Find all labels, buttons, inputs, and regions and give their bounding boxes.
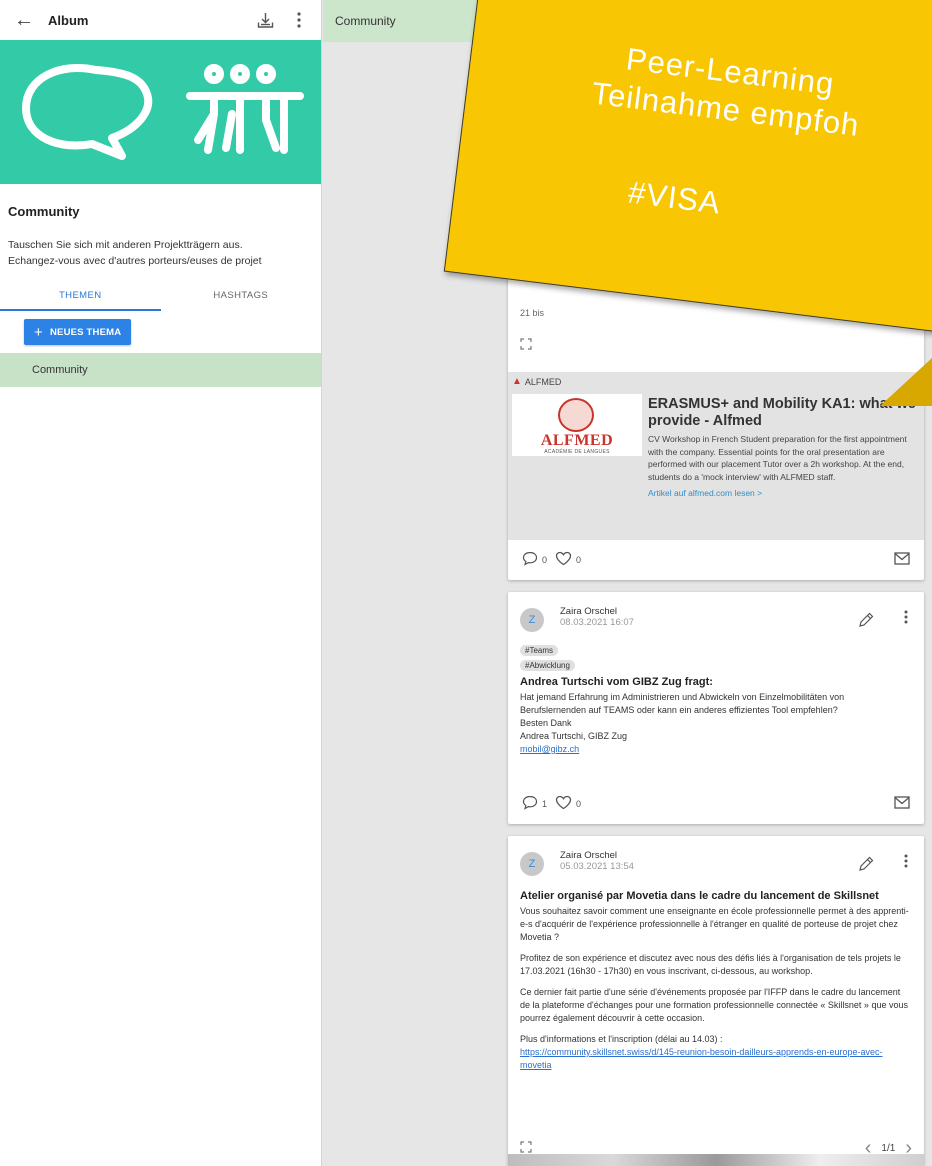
preview-body: ERASMUS+ and Mobility KA1: what we provi… <box>648 396 920 498</box>
post-image-strip <box>508 1154 924 1166</box>
avatar[interactable]: Z <box>520 608 544 632</box>
card-footer: 0 0 <box>508 540 924 580</box>
more-vert-icon[interactable] <box>289 10 309 30</box>
community-title: Community <box>8 204 80 219</box>
post-feed: 21 bis ▲ ALFMED ALFMED ACADÉMIE DE LANGU… <box>508 60 924 1166</box>
post-card: Z Zaira Orschel 05.03.2021 13:54 Atelier… <box>508 836 924 1166</box>
left-panel: ← Album Community Tauschen Sie sich mit <box>0 0 322 1166</box>
back-arrow-icon[interactable]: ← <box>14 9 48 32</box>
community-logo-icon <box>22 63 304 160</box>
tab-hashtags[interactable]: HASHTAGS <box>161 285 322 311</box>
post-paragraph: Ce dernier fait partie d'une série d'évé… <box>520 987 908 1023</box>
like-count: 0 <box>576 799 582 809</box>
plus-icon: + <box>34 323 43 341</box>
post-body: Atelier organisé par Movetia dans le cad… <box>508 890 924 1072</box>
image-pager: 1/1 <box>881 1142 896 1154</box>
post-text-partial: 21 bis <box>520 308 545 318</box>
community-info: Community Tauschen Sie sich mit anderen … <box>0 184 321 269</box>
post-text: Hat jemand Erfahrung im Administrieren u… <box>520 691 912 756</box>
post-timestamp: 05.03.2021 13:54 <box>560 861 634 872</box>
hashtag-chip[interactable]: #Teams <box>520 645 559 656</box>
heart-icon[interactable] <box>555 795 572 813</box>
topic-tabs: THEMEN HASHTAGS <box>0 285 321 311</box>
post-header: Z Zaira Orschel 08.03.2021 16:07 <box>508 592 924 642</box>
avatar[interactable]: Z <box>520 852 544 876</box>
more-vert-icon[interactable] <box>904 854 908 871</box>
mail-icon[interactable] <box>894 796 910 812</box>
tab-themen[interactable]: THEMEN <box>0 285 161 311</box>
post-card: Z Zaira Orschel 08.03.2021 16:07 #Teams … <box>508 592 924 824</box>
email-link[interactable]: mobil@gibz.ch <box>520 744 579 754</box>
logo-subtext: ACADÉMIE DE LANGUES <box>544 449 610 455</box>
comment-count: 0 <box>542 555 548 565</box>
more-vert-icon[interactable] <box>904 610 908 627</box>
edit-pencil-icon[interactable] <box>858 612 874 631</box>
post-author[interactable]: Zaira Orschel <box>560 606 617 617</box>
community-banner <box>0 40 321 184</box>
post-card: 21 bis ▲ ALFMED ALFMED ACADÉMIE DE LANGU… <box>508 60 924 580</box>
description-fr: Echangez-vous avec d'autres porteurs/eus… <box>8 255 262 267</box>
album-title: Album <box>48 12 89 28</box>
new-topic-label: NEUES THEMA <box>49 326 122 338</box>
alfmed-favicon-icon: ▲ <box>512 376 522 387</box>
description-de: Tauschen Sie sich mit anderen Projektträ… <box>8 239 243 251</box>
skillsnet-link[interactable]: https://community.skillsnet.swiss/d/145-… <box>520 1047 883 1070</box>
new-topic-button[interactable]: + NEUES THEMA <box>24 319 132 345</box>
comment-icon[interactable] <box>522 551 538 569</box>
topic-item-community[interactable]: Community <box>0 353 321 387</box>
post-title: Andrea Turtschi vom GIBZ Zug fragt: <box>520 676 713 688</box>
expand-icon[interactable] <box>520 338 532 353</box>
post-author[interactable]: Zaira Orschel <box>560 850 617 861</box>
comment-count: 1 <box>542 799 548 809</box>
post-line: Hat jemand Erfahrung im Administrieren u… <box>520 692 845 715</box>
post-body: #Teams #Abwicklung Andrea Turtschi vom G… <box>508 642 924 756</box>
download-icon[interactable] <box>255 10 275 30</box>
card-footer: 1 0 <box>508 784 924 824</box>
preview-source: ▲ ALFMED <box>512 376 561 387</box>
post-paragraph: Profitez de son expérience et discutez a… <box>520 953 901 976</box>
channel-topbar: Community <box>323 0 932 42</box>
post-title: Atelier organisé par Movetia dans le cad… <box>520 890 879 902</box>
post-header: Z Zaira Orschel 05.03.2021 13:54 <box>508 836 924 886</box>
preview-link[interactable]: Artikel auf alfmed.com lesen > <box>648 488 920 498</box>
post-line: Besten Dank <box>520 718 572 728</box>
post-timestamp: 08.03.2021 16:07 <box>560 617 634 628</box>
community-description: Tauschen Sie sich mit anderen Projektträ… <box>8 237 313 269</box>
mail-icon[interactable] <box>894 552 910 568</box>
post-line: Andrea Turtschi, GIBZ Zug <box>520 731 628 741</box>
left-header: ← Album <box>0 0 321 40</box>
post-paragraph: Vous souhaitez savoir comment une enseig… <box>520 906 909 942</box>
post-text: Vous souhaitez savoir comment une enseig… <box>520 905 912 1072</box>
heart-icon[interactable] <box>555 551 572 569</box>
hashtag-chip[interactable]: #Abwicklung <box>520 660 575 671</box>
preview-title: ERASMUS+ and Mobility KA1: what we provi… <box>648 396 916 429</box>
like-count: 0 <box>576 555 582 565</box>
alfmed-logo: ALFMED ACADÉMIE DE LANGUES <box>512 394 642 456</box>
preview-source-label: ALFMED <box>524 376 562 387</box>
edit-pencil-icon[interactable] <box>858 856 874 875</box>
post-paragraph: Plus d'informations et l'inscription (dé… <box>520 1034 723 1044</box>
link-preview[interactable]: ▲ ALFMED ALFMED ACADÉMIE DE LANGUES ERAS… <box>508 372 924 540</box>
comment-icon[interactable] <box>522 795 538 813</box>
preview-text: CV Workshop in French Student preparatio… <box>648 434 907 482</box>
alfmed-emblem-icon <box>558 398 594 432</box>
logo-text: ALFMED <box>540 432 614 449</box>
